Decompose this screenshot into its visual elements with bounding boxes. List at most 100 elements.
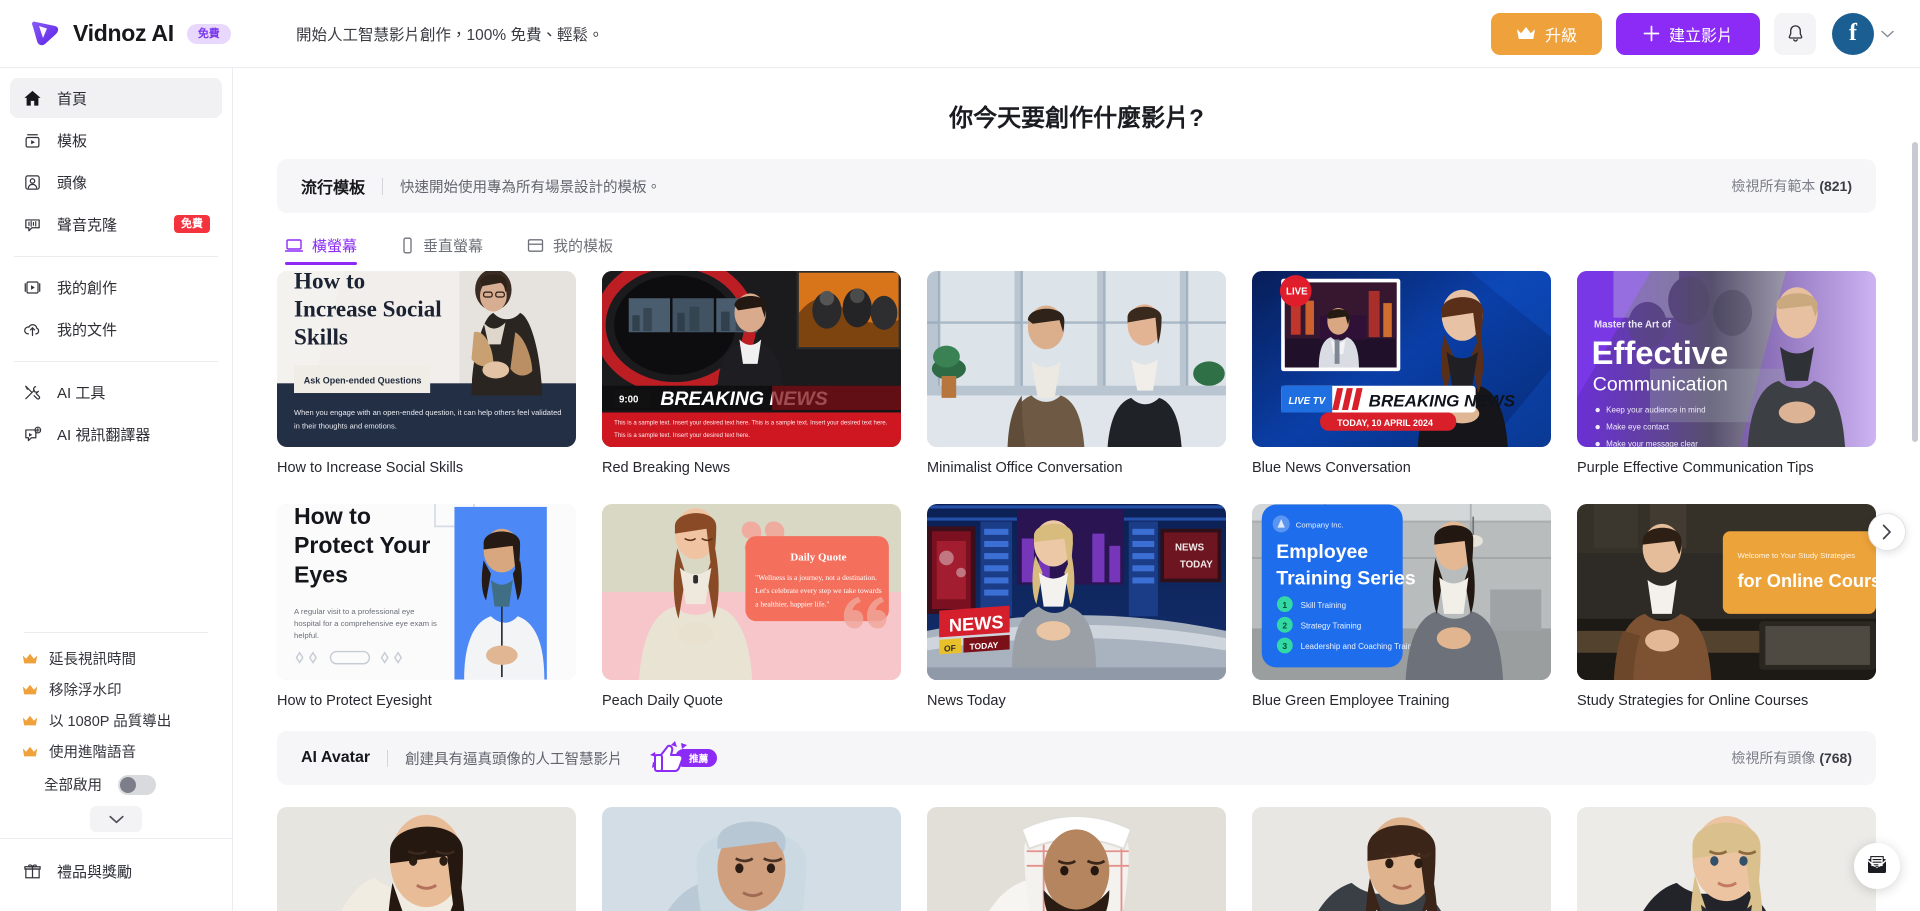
template-thumbnail: Welcome to Your Study Strategies for Onl… bbox=[1577, 504, 1876, 680]
template-card-title: Blue Green Employee Training bbox=[1252, 693, 1450, 709]
template-card[interactable]: NEWS TODAY NEWS OF TODAY News Today bbox=[927, 504, 1226, 731]
page-title: 你今天要創作什麼影片? bbox=[949, 105, 1204, 132]
sidebar-item-home[interactable]: 首頁 bbox=[10, 78, 222, 118]
svg-text:Master the Art of: Master the Art of bbox=[1594, 319, 1672, 330]
svg-text:推薦: 推薦 bbox=[689, 753, 709, 765]
template-card[interactable]: Company Inc. Employee Training Series 1 … bbox=[1252, 504, 1551, 731]
avatar-card[interactable] bbox=[602, 807, 901, 911]
section-title: 流行模板 bbox=[301, 180, 366, 197]
avatar-card[interactable] bbox=[1252, 807, 1551, 911]
svg-text:Skills: Skills bbox=[294, 323, 348, 349]
avatar: f bbox=[1832, 12, 1874, 55]
sidebar-item-avatars[interactable]: 頭像 bbox=[10, 162, 222, 202]
sidebar-item-ai-translator[interactable]: AI 視訊翻譯器 bbox=[10, 414, 222, 454]
vidnoz-logo-icon bbox=[28, 17, 62, 51]
top-bar-actions: 升級 建立影片 f bbox=[1490, 12, 1894, 55]
avatar-icon bbox=[22, 172, 43, 193]
main-scrollbar[interactable] bbox=[1912, 142, 1918, 442]
svg-text:2: 2 bbox=[1282, 620, 1287, 630]
tab-label: 垂直螢幕 bbox=[423, 238, 484, 255]
tab-my-templates[interactable]: 我的模板 bbox=[527, 235, 613, 265]
sidebar-item-label: 聲音克隆 bbox=[57, 216, 118, 234]
enable-all-toggle[interactable] bbox=[118, 774, 156, 795]
notifications-button[interactable] bbox=[1774, 12, 1816, 55]
promo-label: 移除浮水印 bbox=[49, 683, 122, 699]
svg-text:Make eye contact: Make eye contact bbox=[1606, 422, 1670, 431]
svg-text:A regular visit to a professio: A regular visit to a professional eye bbox=[294, 607, 414, 616]
template-card[interactable]: Master the Art of Effective Communicatio… bbox=[1577, 271, 1876, 498]
template-card[interactable]: 9:00 BREAKING NEWS This is a sample text… bbox=[602, 271, 901, 498]
template-card[interactable]: Daily Quote "Wellness is a journey, not … bbox=[602, 504, 901, 731]
upgrade-button[interactable]: 升級 bbox=[1490, 12, 1602, 55]
collapse-promo-button[interactable] bbox=[90, 806, 142, 832]
svg-text:Leadership and Coaching Traini: Leadership and Coaching Training bbox=[1301, 642, 1423, 651]
enable-all-row: 全部啟用 bbox=[10, 767, 222, 802]
chat-support-button[interactable] bbox=[1854, 843, 1900, 889]
crown-icon bbox=[1516, 26, 1536, 41]
sidebar-item-label: AI 工具 bbox=[57, 384, 106, 402]
plus-icon bbox=[1643, 25, 1660, 42]
crown-icon bbox=[22, 653, 38, 665]
create-video-button[interactable]: 建立影片 bbox=[1615, 12, 1760, 55]
template-thumbnail: 9:00 BREAKING NEWS This is a sample text… bbox=[602, 271, 901, 447]
template-card[interactable]: LIVE LIVE TV BREAKING NEWS TODAY, 10 APR… bbox=[1252, 271, 1551, 498]
svg-text:NEWS: NEWS bbox=[1175, 543, 1205, 554]
svg-text:helpful.: helpful. bbox=[294, 631, 319, 640]
app-root: Vidnoz AI 免費 開始人工智慧影片創作，100% 免費、輕鬆。 升級 建… bbox=[0, 0, 1920, 911]
sidebar-item-templates[interactable]: 模板 bbox=[10, 120, 222, 160]
template-thumbnail: Daily Quote "Wellness is a journey, not … bbox=[602, 504, 901, 680]
section-separator bbox=[382, 177, 384, 195]
svg-text:Make your message clear: Make your message clear bbox=[1606, 440, 1698, 447]
crown-icon bbox=[22, 715, 38, 727]
svg-text:When you engage with an open-e: When you engage with an open-ended quest… bbox=[294, 408, 561, 417]
template-card[interactable]: Minimalist Office Conversation bbox=[927, 271, 1226, 498]
ai-avatar-bar: AI Avatar 創建具有逼真頭像的人工智慧影片 推薦 檢視所有頭像 (768… bbox=[277, 731, 1876, 785]
template-card-title: News Today bbox=[927, 693, 1006, 709]
promo-item-remove-watermark[interactable]: 移除浮水印 bbox=[10, 674, 222, 705]
svg-text:TODAY: TODAY bbox=[970, 640, 999, 652]
ai-tools-icon bbox=[22, 382, 43, 403]
template-thumbnail: LIVE LIVE TV BREAKING NEWS TODAY, 10 APR… bbox=[1252, 271, 1551, 447]
svg-text:3: 3 bbox=[1282, 641, 1287, 651]
tab-portrait[interactable]: 垂直螢幕 bbox=[401, 235, 483, 265]
template-icon bbox=[22, 130, 43, 151]
brand-free-badge: 免費 bbox=[186, 23, 231, 44]
user-menu[interactable]: f bbox=[1832, 12, 1894, 55]
sidebar-item-my-files[interactable]: 我的文件 bbox=[10, 309, 222, 349]
avatar-card[interactable] bbox=[277, 807, 576, 911]
body: 首頁 模板 頭像 聲音克隆 免費 我的創作 我的文件 AI 工具 AI 視訊翻譯… bbox=[0, 68, 1920, 911]
voice-clone-icon bbox=[22, 214, 43, 235]
sidebar-footer: 禮品與獎勵 bbox=[0, 838, 232, 911]
promo-item-extend-duration[interactable]: 延長視訊時間 bbox=[10, 643, 222, 674]
svg-text:LIVE TV: LIVE TV bbox=[1288, 396, 1326, 407]
promo-item-1080p-export[interactable]: 以 1080P 品質導出 bbox=[10, 705, 222, 736]
brand-logo[interactable]: Vidnoz AI 免費 bbox=[28, 17, 260, 51]
template-thumbnail: Company Inc. Employee Training Series 1 … bbox=[1252, 504, 1551, 680]
mail-chat-icon bbox=[1864, 853, 1890, 879]
sidebar-item-label: 禮品與獎勵 bbox=[57, 863, 133, 881]
template-card[interactable]: How to Increase Social Skills Ask Open-e… bbox=[277, 271, 576, 498]
view-all-avatars-link[interactable]: 檢視所有頭像 (768) bbox=[1731, 748, 1852, 768]
sidebar-item-voice-clone[interactable]: 聲音克隆 免費 bbox=[10, 204, 222, 244]
avatar-card[interactable] bbox=[1577, 807, 1876, 911]
svg-text:This is a sample text. Insert: This is a sample text. Insert your desir… bbox=[614, 433, 750, 439]
sidebar-item-gifts-rewards[interactable]: 禮品與獎勵 bbox=[10, 851, 222, 891]
main-content: 你今天要創作什麼影片? 流行模板 快速開始使用專為所有場景設計的模板。 檢視所有… bbox=[233, 68, 1920, 911]
view-all-templates-link[interactable]: 檢視所有範本 (821) bbox=[1731, 176, 1852, 196]
top-bar: Vidnoz AI 免費 開始人工智慧影片創作，100% 免費、輕鬆。 升級 建… bbox=[0, 0, 1920, 68]
promo-item-advanced-voice[interactable]: 使用進階語音 bbox=[10, 736, 222, 767]
view-all-count: (768) bbox=[1819, 750, 1852, 766]
avatar-card[interactable] bbox=[927, 807, 1226, 911]
tab-landscape[interactable]: 橫螢幕 bbox=[285, 235, 358, 265]
template-card[interactable]: Welcome to Your Study Strategies for Onl… bbox=[1577, 504, 1876, 731]
next-page-button[interactable] bbox=[1868, 513, 1906, 551]
sidebar-item-my-creations[interactable]: 我的創作 bbox=[10, 267, 222, 307]
template-thumbnail bbox=[927, 271, 1226, 447]
my-creations-icon bbox=[22, 277, 43, 298]
portrait-icon bbox=[401, 237, 414, 254]
view-all-label: 檢視所有範本 bbox=[1731, 178, 1816, 194]
template-card[interactable]: How to Protect Your Eyes A regular visit… bbox=[277, 504, 576, 731]
enable-all-label: 全部啟用 bbox=[44, 778, 102, 794]
sidebar-tertiary-group: AI 工具 AI 視訊翻譯器 bbox=[0, 372, 232, 456]
sidebar-item-ai-tools[interactable]: AI 工具 bbox=[10, 372, 222, 412]
